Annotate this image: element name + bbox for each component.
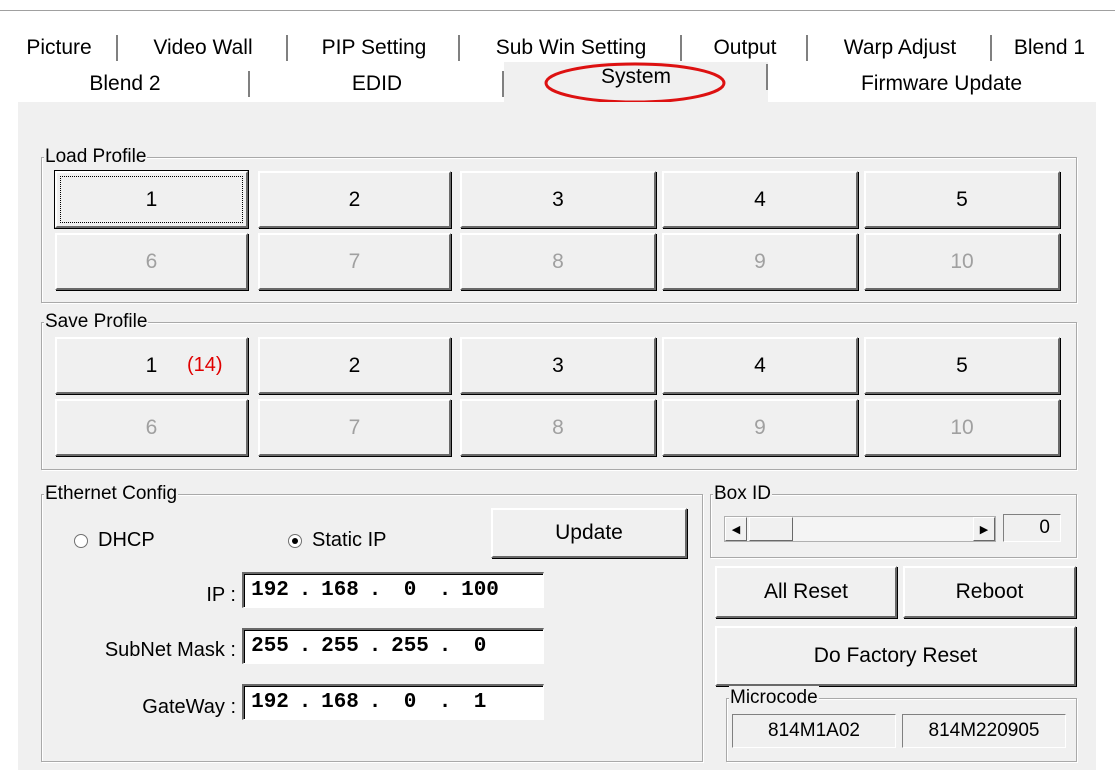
tab-sub-win-setting[interactable]: Sub Win Setting [460,33,682,63]
load-profile-5-button[interactable]: 5 [864,171,1060,228]
gateway-octet-2: 168 [321,691,359,714]
annotation-label: (14) [187,354,223,376]
gateway-label: GateWay : [142,696,236,718]
subnet-mask-label: SubNet Mask : [104,639,236,661]
save-profile-8-button: 8 [460,399,656,456]
ethernet-config-title: Ethernet Config [44,482,179,506]
gateway-dot-1: . [298,691,312,714]
static-ip-radio-indicator [288,533,302,548]
scroll-thumb[interactable] [749,517,793,541]
save-profile-10-button: 10 [864,399,1060,456]
save-profile-2-button[interactable]: 2 [258,337,451,394]
save-profile-title: Save Profile [44,310,149,334]
load-profile-9-button: 9 [662,233,858,290]
tab-picture[interactable]: Picture [0,33,118,63]
save-profile-6-button: 6 [55,399,248,456]
microcode-title: Microcode [729,686,819,710]
save-profile-5-button[interactable]: 5 [864,337,1060,394]
load-profile-3-button[interactable]: 3 [460,171,656,228]
subnet-dot-1: . [298,635,312,658]
ip-dot-3: . [438,579,452,602]
static-ip-radio-label: Static IP [312,529,387,551]
ip-label: IP : [206,584,236,606]
tab-warp-adjust[interactable]: Warp Adjust [808,33,992,63]
tab-blend-2[interactable]: Blend 2 [0,69,250,99]
top-divider [0,10,1115,11]
ip-dot-2: . [368,579,382,602]
load-profile-title: Load Profile [44,145,148,169]
subnet-mask-field[interactable]: 255. 255. 255. 0 [242,628,544,664]
ip-dot-1: . [298,579,312,602]
system-settings-window: Picture Video Wall PIP Setting Sub Win S… [0,0,1115,774]
dhcp-radio[interactable]: DHCP [74,529,155,552]
do-factory-reset-button[interactable]: Do Factory Reset [715,626,1076,686]
subnet-octet-2: 255 [321,635,359,658]
static-ip-radio[interactable]: Static IP [288,529,386,552]
load-profile-6-button: 6 [55,233,248,290]
tab-output[interactable]: Output [682,33,808,63]
load-profile-7-button: 7 [258,233,451,290]
reboot-button[interactable]: Reboot [903,566,1076,618]
load-profile-8-button: 8 [460,233,656,290]
save-profile-1-label: 1 [145,353,158,377]
ip-octet-2: 168 [321,579,359,602]
tab-pip-setting[interactable]: PIP Setting [288,33,460,63]
load-profile-2-button[interactable]: 2 [258,171,451,228]
box-id-title: Box ID [713,482,773,506]
update-button[interactable]: Update [491,508,687,558]
box-id-scrollbar[interactable]: ◀ ▶ [724,516,996,542]
tab-edid[interactable]: EDID [250,69,504,99]
load-profile-10-button: 10 [864,233,1060,290]
red-highlight-ellipse [544,62,726,104]
subnet-octet-1: 255 [251,635,289,658]
tab-firmware-update[interactable]: Firmware Update [768,69,1115,99]
box-id-value: 0 [1003,514,1061,542]
scroll-left-arrow-icon[interactable]: ◀ [725,517,747,541]
tab-blend-1[interactable]: Blend 1 [992,33,1107,63]
save-profile-4-button[interactable]: 4 [662,337,858,394]
dhcp-radio-label: DHCP [98,529,155,551]
tab-video-wall[interactable]: Video Wall [118,33,288,63]
subnet-dot-2: . [368,635,382,658]
all-reset-button[interactable]: All Reset [715,566,897,618]
load-profile-4-button[interactable]: 4 [662,171,858,228]
save-profile-3-button[interactable]: 3 [460,337,656,394]
gateway-dot-3: . [438,691,452,714]
gateway-octet-4: 1 [473,691,487,714]
ip-address-field[interactable]: 192. 168. 0. 100 [242,572,544,608]
load-profile-1-button[interactable]: 1 [55,171,248,228]
scroll-right-arrow-icon[interactable]: ▶ [973,517,995,541]
subnet-octet-3: 255 [391,635,429,658]
ip-octet-1: 192 [251,579,289,602]
save-profile-7-button: 7 [258,399,451,456]
dhcp-radio-indicator [74,533,88,548]
microcode-value-2: 814M220905 [902,714,1066,748]
microcode-value-1: 814M1A02 [732,714,896,748]
gateway-octet-1: 192 [251,691,289,714]
subnet-octet-4: 0 [473,635,487,658]
subnet-dot-3: . [438,635,452,658]
ip-octet-3: 0 [403,579,417,602]
save-profile-9-button: 9 [662,399,858,456]
gateway-dot-2: . [368,691,382,714]
save-profile-1-button[interactable]: 1 (14) [55,337,248,394]
ip-octet-4: 100 [461,579,499,602]
gateway-field[interactable]: 192. 168. 0. 1 [242,684,544,720]
gateway-octet-3: 0 [403,691,417,714]
